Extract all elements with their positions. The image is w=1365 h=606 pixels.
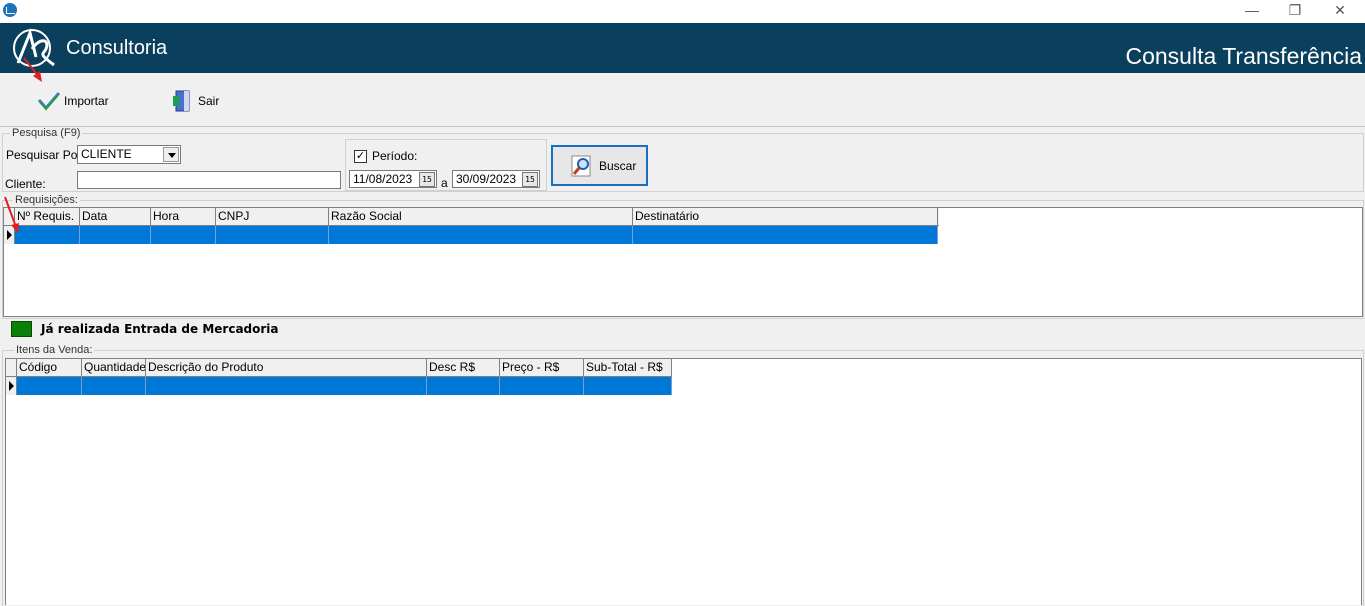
period-label: Período: — [372, 149, 418, 163]
checkmark-icon — [37, 92, 61, 111]
chevron-down-icon[interactable] — [163, 147, 179, 162]
app-icon — [3, 3, 17, 17]
search-by-select[interactable]: CLIENTE — [77, 145, 181, 164]
column-header[interactable]: Sub-Total - R$ — [584, 359, 672, 376]
requisitions-grid-header: Nº Requis. Data Hora CNPJ Razão Social D… — [4, 208, 939, 226]
items-grid-header: Código Quantidade Descrição do Produto D… — [6, 359, 672, 377]
legend-text: Já realizada Entrada de Mercadoria — [41, 322, 279, 336]
magnifier-icon — [571, 155, 591, 176]
import-button[interactable]: Importar — [37, 88, 109, 114]
import-label: Importar — [64, 94, 109, 108]
brand-name: Consultoria — [66, 37, 168, 59]
client-input[interactable] — [77, 171, 341, 189]
exit-button[interactable]: Sair — [171, 88, 219, 114]
date-to-value: 30/09/2023 — [456, 172, 517, 186]
exit-label: Sair — [198, 94, 220, 108]
search-group-label: Pesquisa (F9) — [10, 127, 83, 139]
client-label: Cliente: — [5, 177, 46, 191]
search-button[interactable]: Buscar — [551, 145, 648, 186]
column-header[interactable]: Hora — [151, 208, 216, 225]
table-row[interactable] — [6, 377, 672, 395]
column-header[interactable]: Razão Social — [329, 208, 633, 225]
period-checkbox[interactable]: ✓ — [354, 150, 367, 163]
column-header[interactable]: Código — [17, 359, 82, 376]
column-header[interactable]: Quantidade — [82, 359, 146, 376]
annotation-arrow-icon — [23, 57, 42, 82]
column-header[interactable]: Preço - R$ — [500, 359, 584, 376]
calendar-icon[interactable]: 15 — [419, 172, 435, 187]
row-indicator-icon — [6, 377, 17, 395]
screen-title: Consulta Transferência — [1125, 43, 1362, 69]
row-indicator-header — [6, 359, 17, 376]
search-by-value: CLIENTE — [81, 147, 132, 161]
date-from-value: 11/08/2023 — [353, 172, 413, 186]
search-button-label: Buscar — [599, 158, 637, 173]
items-grid[interactable]: Código Quantidade Descrição do Produto D… — [5, 358, 1362, 605]
column-header[interactable]: Descrição do Produto — [146, 359, 427, 376]
column-header[interactable]: CNPJ — [216, 208, 329, 225]
annotation-arrow-icon — [4, 196, 19, 233]
search-by-label: Pesquisar Por: — [6, 148, 85, 162]
table-row[interactable] — [4, 226, 938, 244]
calendar-icon[interactable]: 15 — [522, 172, 538, 187]
column-header[interactable]: Destinatário — [633, 208, 938, 225]
legend-swatch — [11, 321, 32, 337]
column-header[interactable]: Desc R$ — [427, 359, 500, 376]
restore-button[interactable]: ❐ — [1273, 0, 1317, 22]
close-button[interactable]: ✕ — [1318, 0, 1362, 22]
date-separator: a — [441, 176, 448, 190]
window-titlebar — [0, 0, 1365, 23]
exit-door-icon — [173, 90, 190, 112]
date-from-picker[interactable]: 11/08/2023 15 — [349, 170, 437, 188]
requisitions-grid[interactable]: Nº Requis. Data Hora CNPJ Razão Social D… — [3, 207, 1363, 317]
date-to-picker[interactable]: 30/09/2023 15 — [452, 170, 540, 188]
items-group-label: Itens da Venda: — [14, 344, 95, 356]
column-header[interactable]: Data — [80, 208, 151, 225]
minimize-button[interactable]: — — [1230, 0, 1274, 22]
